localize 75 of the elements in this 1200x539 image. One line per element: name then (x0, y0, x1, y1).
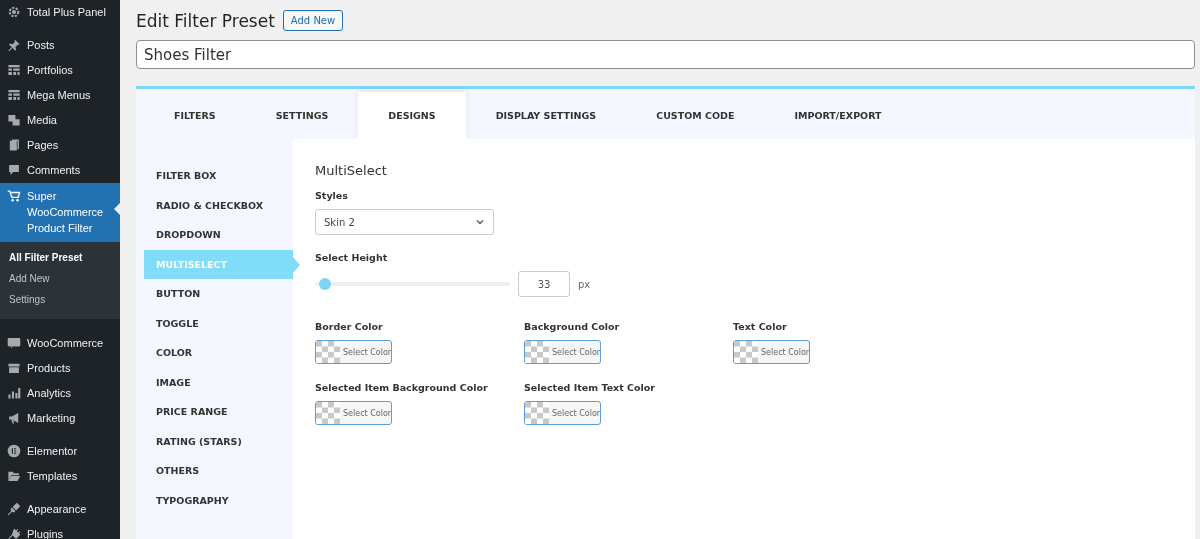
sidebar-menu-item[interactable]: Mega Menus (0, 83, 120, 108)
field-label: Select Height (315, 252, 389, 263)
design-nav-item[interactable]: OTHERS (144, 456, 293, 486)
field-label: Selected Item Text Color (524, 382, 657, 393)
design-nav-item[interactable]: DROPDOWN (144, 220, 293, 250)
gear-icon (7, 5, 21, 19)
color-picker-button[interactable]: Select Color (524, 340, 601, 364)
field-label: Background Color (524, 321, 621, 332)
megaphone-icon (7, 411, 21, 425)
color-picker-button[interactable]: Select Color (524, 401, 601, 425)
checkerboard-icon (316, 341, 340, 363)
sidebar-menu-item[interactable]: Media (0, 108, 120, 133)
sidebar-menu-item[interactable]: Marketing (0, 406, 120, 431)
media-icon (7, 113, 21, 127)
sidebar-menu-item[interactable]: Comments (0, 158, 120, 183)
design-nav-item[interactable]: PRICE RANGE (144, 397, 293, 427)
preset-name-field[interactable]: Shoes Filter (136, 40, 1195, 69)
field-label: Text Color (733, 321, 788, 332)
tab[interactable]: DISPLAY SETTINGS (465, 92, 627, 139)
design-nav-item[interactable]: RADIO & CHECKBOX (144, 190, 293, 220)
sidebar-menu-item[interactable]: WooCommerce (0, 331, 120, 356)
tab[interactable]: DESIGNS (358, 92, 466, 139)
color-picker-button[interactable]: Select Color (315, 340, 392, 364)
tab[interactable]: SETTINGS (245, 92, 359, 139)
submenu-item[interactable]: All Filter Preset (0, 248, 120, 269)
page-title: Edit Filter Preset (136, 10, 275, 31)
add-new-button[interactable]: Add New (282, 10, 344, 31)
tab[interactable]: CUSTOM CODE (626, 92, 765, 139)
sidebar-menu-item[interactable]: Appearance (0, 497, 120, 522)
brush-icon (7, 502, 21, 516)
pin-icon (7, 38, 21, 52)
sidebar-menu-item[interactable]: Elementor (0, 439, 120, 464)
sidebar-menu-item[interactable]: Templates (0, 464, 120, 489)
checkerboard-icon (525, 341, 549, 363)
field-label: Styles (315, 190, 349, 201)
folder-icon (7, 469, 21, 483)
cart-icon (7, 189, 21, 203)
design-nav-item[interactable]: FILTER BOX (144, 161, 293, 191)
styles-dropdown[interactable]: Skin 2 (315, 209, 494, 235)
unit-label: px (578, 278, 591, 290)
color-picker-button[interactable]: Select Color (315, 401, 392, 425)
sidebar-menu-item[interactable]: Pages (0, 133, 120, 158)
checkerboard-icon (525, 402, 549, 424)
sidebar-menu-item[interactable]: Portfolios (0, 58, 120, 83)
bar-chart-icon (7, 386, 21, 400)
sidebar-menu-item[interactable]: Posts (0, 33, 120, 58)
box-icon (7, 361, 21, 375)
section-title: MultiSelect (315, 163, 388, 178)
sidebar-menu-item[interactable]: Total Plus Panel (0, 0, 120, 25)
slider-thumb[interactable] (318, 278, 331, 290)
field-label: Selected Item Background Color (315, 382, 489, 393)
chevron-down-icon (475, 217, 485, 227)
sidebar-menu-item[interactable]: Super WooCommerce Product Filter (0, 183, 120, 242)
field-label: Border Color (315, 321, 384, 332)
sidebar-menu-item[interactable]: Products (0, 356, 120, 381)
grid-icon (7, 88, 21, 102)
submenu-item[interactable]: Add New (0, 269, 120, 290)
design-nav-item[interactable]: COLOR (144, 338, 293, 368)
checkerboard-icon (734, 341, 758, 363)
design-nav-item[interactable]: IMAGE (144, 367, 293, 397)
color-picker-button[interactable]: Select Color (733, 340, 810, 364)
design-nav-item[interactable]: TOGGLE (144, 308, 293, 338)
speech-bubble-icon (7, 163, 21, 177)
design-nav-item[interactable]: BUTTON (144, 279, 293, 309)
sidebar-menu-item[interactable]: Analytics (0, 381, 120, 406)
plug-icon (7, 527, 21, 539)
pages-icon (7, 138, 21, 152)
tab[interactable]: IMPORT/EXPORT (764, 92, 912, 139)
tab[interactable]: FILTERS (144, 92, 246, 139)
design-nav-item[interactable]: RATING (STARS) (144, 426, 293, 456)
height-input[interactable]: 33 (518, 271, 570, 297)
submenu-item[interactable]: Settings (0, 290, 120, 311)
grid-icon (7, 63, 21, 77)
design-nav-item[interactable]: TYPOGRAPHY (144, 485, 293, 515)
checkerboard-icon (316, 402, 340, 424)
